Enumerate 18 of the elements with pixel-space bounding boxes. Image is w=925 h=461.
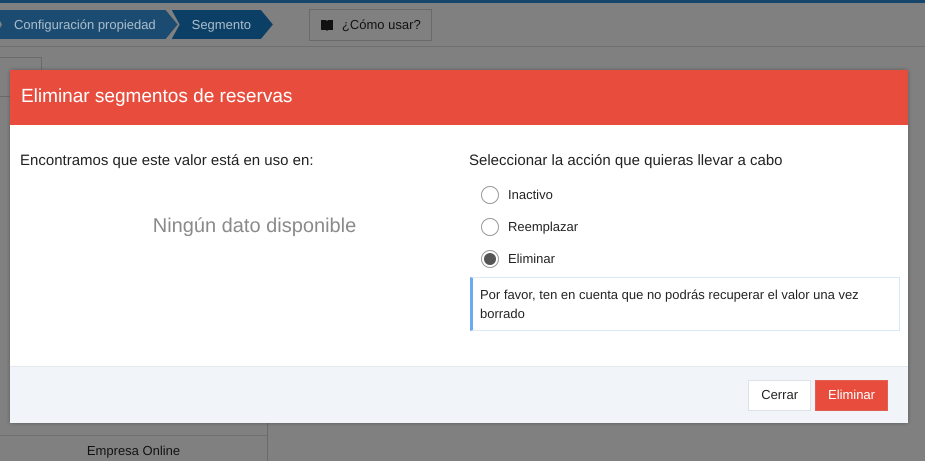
breadcrumb-item[interactable]: Configuración propiedad (0, 10, 178, 39)
notice-box: Por favor, ten en cuenta que no podrás recuperar el valor una vez borrado (470, 277, 900, 331)
help-button[interactable]: ¿Cómo usar? (308, 8, 432, 40)
breadcrumb-item[interactable]: Segmento (172, 10, 273, 39)
delete-button[interactable]: Eliminar (815, 380, 888, 410)
section-heading: Seleccionar la acción que quieras llevar a cabo (469, 151, 783, 171)
radio-option[interactable]: Eliminar (481, 249, 555, 268)
table-cell-text: Empresa Online (86, 442, 180, 460)
radio-button[interactable] (481, 186, 499, 204)
empty-message: Ningún dato disponible (152, 214, 356, 239)
section-heading: Encontramos que este valor está en uso en: (20, 151, 314, 171)
radio-button[interactable] (481, 218, 499, 236)
book-icon (320, 18, 334, 30)
dialog-title: Eliminar segmentos de reservas (21, 85, 292, 110)
radio-option[interactable]: Reemplazar (481, 217, 578, 236)
close-button[interactable]: Cerrar (748, 380, 812, 410)
radio-button[interactable] (481, 250, 499, 268)
radio-option[interactable]: Inactivo (481, 185, 553, 204)
